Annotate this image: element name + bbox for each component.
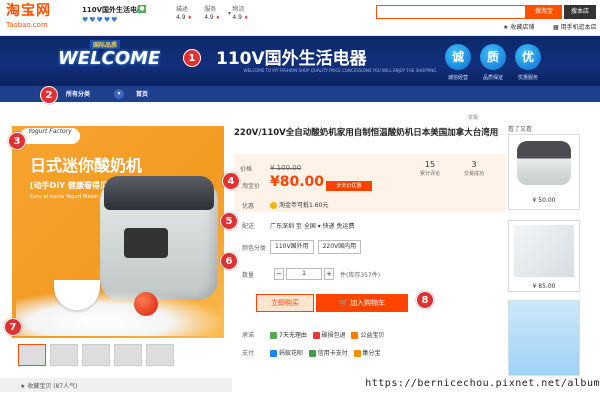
ratings-dropdown-icon[interactable]: ▾ — [228, 10, 231, 17]
search-input[interactable] — [376, 5, 526, 19]
thumbnail[interactable] — [146, 344, 174, 366]
yogurt-machine-lid — [104, 176, 214, 210]
wangwang-icon[interactable]: ● — [138, 5, 146, 13]
marker-8: 8 — [416, 291, 434, 309]
favorite-store-link[interactable]: ★ 收藏店铺 — [503, 22, 534, 31]
sales-stats: 15 累计评论 3 交易成功 — [408, 160, 498, 182]
recommend-image — [514, 225, 574, 277]
badge-label: 诚信经营 — [447, 75, 468, 81]
shop-ratings: 描述 4.9 ♦ 服务 4.9 ♦ 物流 4.9 ♦ — [176, 4, 336, 21]
nav-home[interactable]: 首页 — [136, 89, 148, 98]
shipping-info[interactable]: 广东深圳 至 全国 ▾ 快递 免运费 — [270, 221, 355, 230]
chevron-down-icon[interactable]: ▾ — [114, 89, 124, 99]
qty-label: 数量 — [242, 272, 255, 279]
recommend-item[interactable]: ¥ 85.00 — [508, 220, 580, 292]
star-icon: ★ — [20, 383, 26, 390]
price-label: 价格 — [240, 166, 253, 173]
badge-honesty: 诚 — [445, 44, 471, 70]
charity-icon — [351, 332, 359, 339]
promises: 7天无理由 破损包退 公益宝贝 — [270, 330, 384, 339]
rating-item: 描述 4.9 ♦ — [176, 6, 192, 21]
thumbnail[interactable] — [18, 344, 46, 366]
logo-subtext: Taobao.com — [6, 21, 48, 29]
thumbnail[interactable] — [82, 344, 110, 366]
cart-icon: 🛒 — [339, 299, 348, 307]
stock-info: 件(库存357件) — [340, 272, 381, 279]
recommend-item[interactable] — [508, 300, 580, 376]
shop-level-hearts: ♥♥♥♥♥ — [82, 16, 119, 24]
qty-minus-button[interactable]: − — [274, 268, 284, 280]
credit-card-icon — [308, 350, 316, 357]
badge-quality: 质 — [480, 44, 506, 70]
rating-item: 物流 4.9 ♦ — [232, 6, 249, 21]
logo-text: 淘宝网 — [6, 3, 51, 19]
mobile-store-link[interactable]: ▦ 用手机逛本店 — [553, 22, 597, 31]
shop-name[interactable]: 110V国外生活电器 — [82, 5, 144, 15]
marker-6: 6 — [220, 252, 238, 270]
badge-label: 优惠服务 — [517, 75, 538, 81]
payments: 蚂蚁花呗 信用卡支付 集分宝 — [270, 348, 381, 357]
huabei-icon — [270, 350, 277, 357]
banner-title: 110V国外生活电器 — [216, 49, 367, 69]
sales-count: 3 交易成功 — [463, 160, 484, 177]
image-brand-badge: Yogurt Factory — [20, 128, 80, 144]
review-count[interactable]: 15 累计评论 — [408, 160, 452, 177]
badge-service: 优 — [515, 44, 541, 70]
banner-welcome: WELCOME — [58, 48, 161, 69]
marker-3: 3 — [8, 132, 26, 150]
qty-input[interactable]: 1 — [286, 268, 322, 280]
image-subheadline: [动手DIY 健康看得见] — [30, 181, 112, 190]
milk-splash — [16, 290, 226, 336]
buy-now-button[interactable]: 立即购买 — [256, 294, 314, 312]
promo-coin: 淘金币可抵1.60元 — [270, 200, 328, 209]
image-headline: 日式迷你酸奶机 — [30, 156, 143, 175]
pay-label: 支付 — [242, 350, 255, 357]
tomato — [134, 292, 158, 316]
marker-4: 4 — [222, 172, 240, 190]
recommend-image — [517, 141, 571, 185]
coin-icon — [270, 202, 277, 209]
yogurt-machine-panel — [124, 228, 168, 258]
promise-label: 承诺 — [242, 332, 255, 339]
marker-1: 1 — [183, 49, 201, 67]
image-caption: Easy at home Yogurt Maker — [30, 194, 99, 200]
qrcode-icon: ▦ — [553, 24, 559, 31]
original-price: ¥ 100.00 — [270, 164, 302, 172]
shipping-label: 配送 — [242, 223, 255, 230]
color-label: 颜色分类 — [242, 245, 267, 252]
thumbnail[interactable] — [50, 344, 78, 366]
favorite-item-link[interactable]: ★ 收藏宝贝 (87人气) — [20, 381, 78, 390]
search-store-button[interactable]: 搜本店 — [564, 5, 596, 19]
marker-2: 2 — [40, 86, 58, 104]
banner-subtitle: WELCOME TO MY FASHION SHOP QUALITY PRICE… — [243, 68, 437, 73]
rating-item: 服务 4.9 ♦ — [204, 6, 221, 21]
promo-tag: 步天价优惠 — [326, 181, 372, 191]
points-icon — [353, 350, 361, 357]
product-title: 220V/110V全自动酸奶机家用自制恒温酸奶机日本美国加拿大台湾用 — [234, 128, 499, 138]
marker-7: 7 — [4, 318, 22, 336]
badge-label: 品质保证 — [482, 75, 503, 81]
report-link[interactable]: 举报 — [468, 114, 478, 121]
taobao-logo[interactable]: 淘宝网 Taobao.com — [6, 2, 68, 34]
color-options: 110V国外用 220V国内用 — [270, 240, 365, 254]
search-site-button[interactable]: 搜淘宝 — [526, 5, 562, 19]
marker-5: 5 — [220, 212, 238, 230]
add-to-cart-button[interactable]: 🛒 加入购物车 — [316, 294, 408, 312]
option-220v[interactable]: 220V国内用 — [317, 240, 362, 254]
thumbnail[interactable] — [114, 344, 142, 366]
nav-all-categories[interactable]: 所有分类 — [66, 89, 90, 98]
watermark-url: https://bernicechou.pixnet.net/album — [365, 378, 600, 389]
current-price: ¥80.00 — [270, 174, 325, 190]
see-also-label: 看了又看 — [508, 126, 533, 133]
qty-plus-button[interactable]: + — [324, 268, 334, 280]
promo-label: 优惠 — [242, 203, 255, 210]
image-thumbnails — [18, 344, 228, 366]
option-110v[interactable]: 110V国外用 — [270, 240, 314, 254]
return-icon — [270, 332, 277, 339]
taobao-price-label: 淘宝价 — [242, 183, 261, 190]
refund-icon — [312, 332, 320, 339]
star-icon: ★ — [503, 24, 509, 31]
recommend-item[interactable]: ¥ 50.00 — [508, 134, 580, 210]
